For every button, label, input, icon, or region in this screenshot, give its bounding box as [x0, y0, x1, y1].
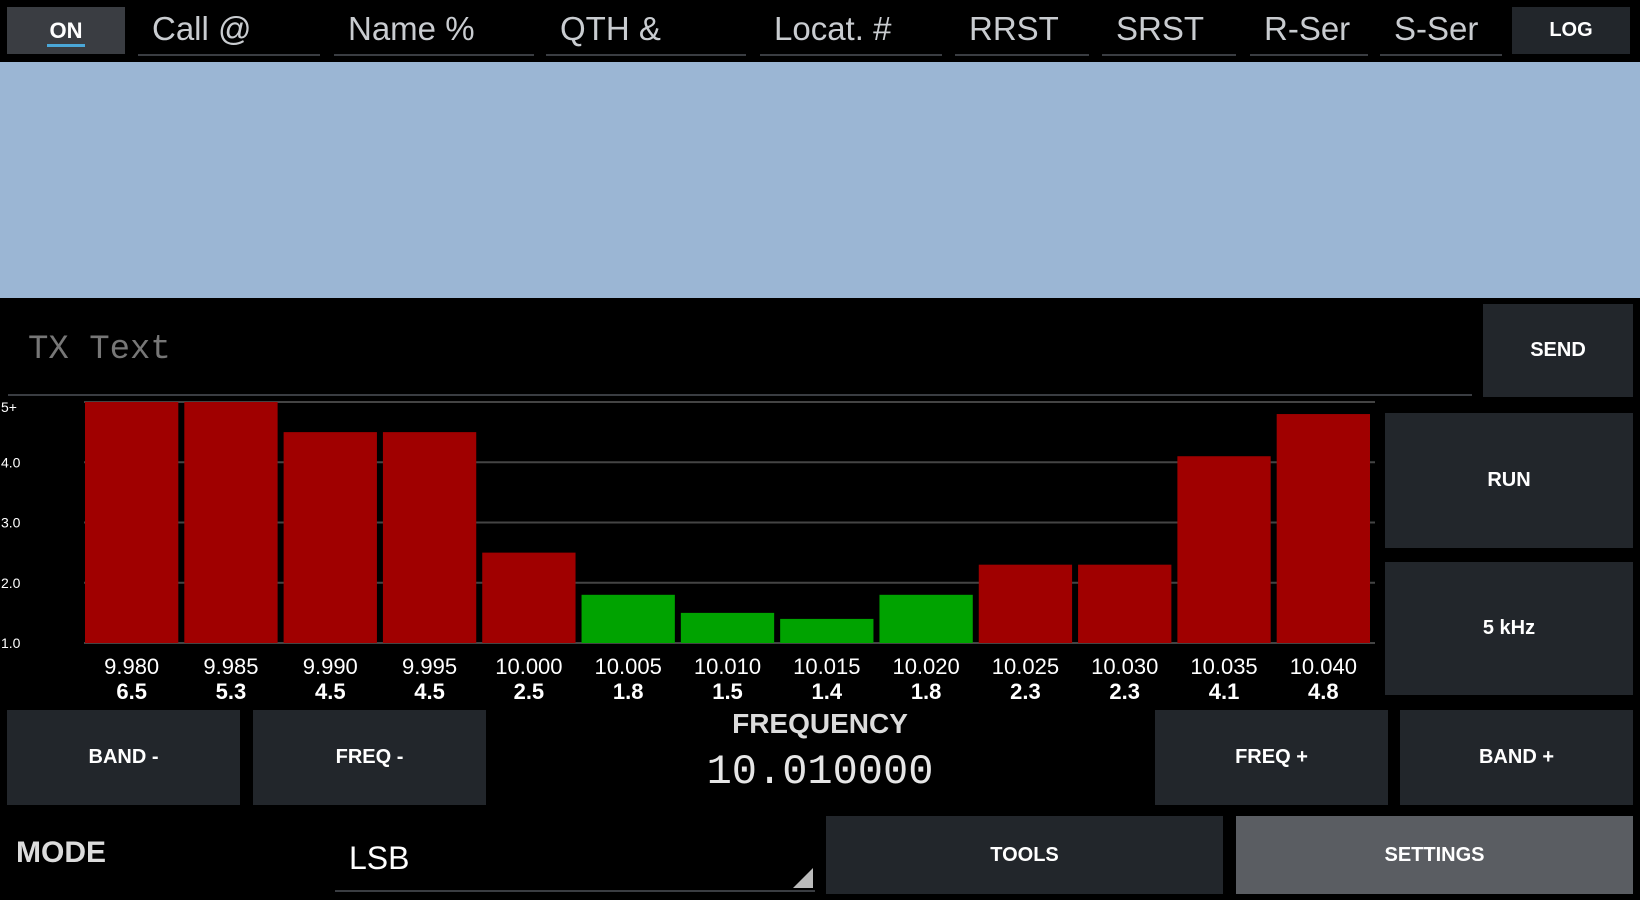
chart-bar — [1276, 414, 1370, 643]
freq-plus-label: FREQ + — [1235, 746, 1308, 768]
chart-bar — [780, 618, 874, 643]
rrst-field-label: RRST — [969, 10, 1059, 47]
bar-value-label: 6.5 — [116, 679, 147, 704]
name-field-label: Name % — [348, 10, 475, 47]
bar-value-label: 1.8 — [911, 679, 942, 704]
call-field[interactable]: Call @ — [138, 4, 320, 56]
sser-field[interactable]: S-Ser — [1380, 4, 1502, 56]
tools-button[interactable]: TOOLS — [826, 816, 1223, 894]
call-field-label: Call @ — [152, 10, 252, 47]
on-toggle-button[interactable]: ON — [7, 7, 125, 54]
run-button[interactable]: RUN — [1385, 413, 1633, 548]
x-tick-label: 9.990 — [303, 654, 358, 679]
rrst-field[interactable]: RRST — [955, 4, 1089, 56]
bar-value-label: 4.5 — [414, 679, 445, 704]
chart-bar — [85, 402, 179, 643]
frequency-title: FREQUENCY — [732, 708, 908, 739]
rser-field[interactable]: R-Ser — [1250, 4, 1368, 56]
tools-label: TOOLS — [990, 843, 1059, 866]
swr-bar-chart: 1.0 2.0 3.0 4.0 5+ 9.980 6.5 9.985 5.3 9.990 4.5 9.… — [0, 398, 1385, 708]
name-field[interactable]: Name % — [334, 4, 534, 56]
send-button[interactable]: SEND — [1483, 304, 1633, 397]
bar-value-label: 2.3 — [1010, 679, 1041, 704]
log-button[interactable]: LOG — [1512, 7, 1630, 54]
chart-bar — [482, 552, 576, 643]
x-tick-label: 10.005 — [595, 654, 662, 679]
qth-field[interactable]: QTH & — [546, 4, 746, 56]
dropdown-triangle-icon — [793, 868, 813, 888]
band-plus-button[interactable]: BAND + — [1400, 710, 1633, 805]
bar-value-label: 1.5 — [712, 679, 743, 704]
frequency-display: 10.010000 — [706, 748, 934, 796]
x-tick-label: 10.030 — [1091, 654, 1158, 679]
freq-minus-label: FREQ - — [335, 746, 404, 768]
span-button[interactable]: 5 kHz — [1385, 562, 1633, 695]
chart-bar — [680, 612, 775, 643]
x-tick-label: 10.020 — [892, 654, 959, 679]
locator-field-label: Locat. # — [774, 10, 892, 47]
freq-minus-button[interactable]: FREQ - — [253, 710, 486, 805]
x-tick-label: 10.040 — [1290, 654, 1357, 679]
chart-bar — [283, 432, 377, 643]
rx-text-area[interactable] — [0, 62, 1640, 298]
mode-label: MODE — [16, 836, 106, 869]
bar-value-label: 4.5 — [315, 679, 346, 704]
x-tick-label: 10.015 — [793, 654, 860, 679]
srst-field-label: SRST — [1116, 10, 1205, 47]
chart-bar — [382, 432, 477, 643]
y-tick-label: 1.0 — [1, 635, 21, 651]
locator-field[interactable]: Locat. # — [760, 4, 942, 56]
chart-bar — [184, 402, 278, 643]
send-label: SEND — [1530, 339, 1586, 361]
bar-value-label: 4.1 — [1209, 679, 1240, 704]
mode-value: LSB — [349, 839, 410, 876]
y-tick-label: 5+ — [1, 399, 17, 415]
chart-bar — [879, 594, 973, 643]
band-minus-button[interactable]: BAND - — [7, 710, 240, 805]
x-tick-label: 9.980 — [104, 654, 159, 679]
chart-bar — [1177, 456, 1271, 643]
y-tick-label: 3.0 — [1, 515, 21, 531]
chart-bar — [581, 594, 675, 643]
qth-field-label: QTH & — [560, 10, 661, 47]
on-indicator — [47, 44, 85, 47]
on-label: ON — [49, 17, 83, 43]
chart-bar — [1078, 564, 1172, 643]
x-tick-label: 9.985 — [203, 654, 258, 679]
x-tick-label: 10.000 — [495, 654, 562, 679]
y-tick-label: 4.0 — [1, 454, 21, 470]
x-tick-label: 10.025 — [992, 654, 1059, 679]
bar-value-label: 2.5 — [514, 679, 545, 704]
bar-value-label: 4.8 — [1308, 679, 1339, 704]
bar-value-label: 5.3 — [216, 679, 247, 704]
x-tick-label: 10.010 — [694, 654, 761, 679]
rser-field-label: R-Ser — [1264, 10, 1351, 47]
mode-select[interactable]: LSB — [335, 826, 815, 892]
tx-text-input[interactable] — [8, 306, 1472, 396]
band-minus-label: BAND - — [88, 746, 159, 768]
srst-field[interactable]: SRST — [1102, 4, 1236, 56]
run-label: RUN — [1487, 469, 1531, 491]
sser-field-label: S-Ser — [1394, 10, 1479, 47]
bar-value-label: 1.8 — [613, 679, 644, 704]
freq-plus-button[interactable]: FREQ + — [1155, 710, 1388, 805]
x-tick-label: 9.995 — [402, 654, 457, 679]
span-label: 5 kHz — [1482, 617, 1536, 639]
y-tick-label: 2.0 — [1, 575, 21, 591]
settings-button[interactable]: SETTINGS — [1236, 816, 1633, 894]
bar-value-label: 1.4 — [812, 679, 843, 704]
chart-bar — [978, 564, 1073, 643]
settings-label: SETTINGS — [1384, 843, 1485, 866]
bar-value-label: 2.3 — [1109, 679, 1140, 704]
band-plus-label: BAND + — [1478, 746, 1554, 768]
chart-svg: 1.02.03.04.05+9.9806.59.9855.39.9904.59.… — [1, 399, 1375, 704]
x-tick-label: 10.035 — [1190, 654, 1257, 679]
log-label: LOG — [1549, 19, 1593, 41]
